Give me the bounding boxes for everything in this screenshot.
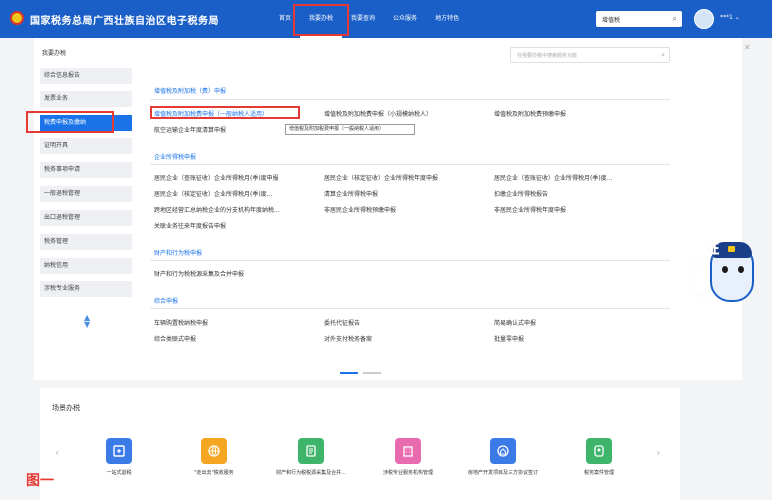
section-divider: [150, 164, 670, 165]
close-icon[interactable]: ✕: [744, 43, 751, 52]
mascot-badge: [728, 246, 735, 252]
link-cit-10[interactable]: 关联业务往来年度报告申报: [154, 221, 226, 230]
sidebar-item-refund[interactable]: 一般退税管理: [40, 186, 132, 202]
interaction-mascot[interactable]: 征 纳 互 动: [688, 238, 754, 308]
link-combined-declaration[interactable]: 综合类联式申报: [154, 334, 196, 343]
link-batch-zero[interactable]: 批量零申报: [494, 334, 524, 343]
tile-label-professional-agency[interactable]: 涉税专业服务机构管理: [363, 470, 453, 477]
link-property-tax[interactable]: 财产和行为税税源采集及合并申报: [154, 269, 244, 278]
link-vat-small-scale[interactable]: 增值税及附加税费申报（小规模纳税人）: [324, 109, 432, 118]
tile-label-real-estate[interactable]: 房地产开发项目及三方协议签订: [458, 470, 548, 477]
sidebar-item-comprehensive-report[interactable]: 综合信息报告: [40, 68, 132, 84]
header-search-value: 增值税: [602, 17, 621, 24]
carousel-dot-active[interactable]: [340, 372, 358, 374]
section-title-comprehensive: 综合申报: [154, 298, 179, 305]
scene-tax-card: [40, 388, 680, 500]
link-cit-3[interactable]: 居民企业（查账征收）企业所得税月(季)度...: [494, 173, 612, 182]
link-vehicle-tax[interactable]: 车辆购置税纳税申报: [154, 318, 208, 327]
site-title: 国家税务总局广西壮族自治区电子税务局: [30, 16, 219, 27]
avatar[interactable]: [694, 9, 714, 29]
sidebar-title: 我要办税: [42, 50, 67, 57]
section-title-vat: 增值税及附加税（费）申报: [154, 88, 227, 95]
nav-local-features[interactable]: 地方特色: [426, 0, 468, 38]
chevron-right-icon[interactable]: ›: [656, 446, 660, 459]
link-cit-2[interactable]: 居民企业（核定征收）企业所得税年度申报: [324, 173, 438, 182]
sidebar-item-certificate[interactable]: 证明开具: [40, 138, 132, 154]
link-foreign-payment[interactable]: 对外支付税务备案: [324, 334, 372, 343]
search-icon[interactable]: ⌕: [661, 51, 665, 60]
tile-label-refund[interactable]: 一站式退税: [74, 470, 164, 477]
building-icon[interactable]: [395, 438, 421, 464]
link-vat-prepayment[interactable]: 增值税及附加税费预缴申报: [494, 109, 566, 118]
link-simple-confirmation[interactable]: 简易确认式申报: [494, 318, 536, 327]
sidebar-highlight-box: [26, 111, 114, 133]
case-icon[interactable]: [586, 438, 612, 464]
link-tooltip: 增值税及附加税费申报（一般纳税人适用）: [285, 124, 415, 135]
section-divider: [150, 260, 670, 261]
scene-tax-title: 场景办税: [52, 404, 80, 412]
globe-icon[interactable]: [201, 438, 227, 464]
search-icon[interactable]: ⌕: [673, 14, 677, 24]
nav-public-service[interactable]: 公众服务: [384, 0, 426, 38]
link-cit-7[interactable]: 跨地区经营汇总纳税企业的分支机构年度纳税...: [154, 205, 280, 214]
nav-highlight-box: [293, 4, 349, 36]
link-cit-6[interactable]: 扣缴企业所得税报告: [494, 189, 548, 198]
service-search-input[interactable]: 在我要办税中搜索服务功能 ⌕: [510, 47, 670, 63]
document-icon[interactable]: [298, 438, 324, 464]
sidebar-item-professional-service[interactable]: 涉税专业服务: [40, 281, 132, 297]
mascot-char-4: 动: [694, 292, 708, 308]
mascot-char-2: 纳: [690, 256, 704, 272]
carousel-dot[interactable]: [363, 372, 381, 374]
refund-icon[interactable]: [106, 438, 132, 464]
section-divider: [150, 308, 670, 309]
link-cit-8[interactable]: 非居民企业所得税预缴申报: [324, 205, 396, 214]
link-cit-9[interactable]: 非居民企业所得税年度申报: [494, 205, 566, 214]
header-search-input[interactable]: 增值税 ⌕: [596, 11, 682, 27]
tile-label-case-management[interactable]: 税务案件管理: [554, 470, 644, 477]
chevron-left-icon[interactable]: ‹: [55, 446, 59, 459]
tile-label-going-global[interactable]: "走出去"税收服务: [169, 470, 259, 477]
link-entrusted-collection[interactable]: 委托代征报告: [324, 318, 360, 327]
service-search-placeholder: 在我要办税中搜索服务功能: [517, 53, 578, 59]
figure-label: 图一: [26, 473, 54, 489]
sidebar-item-application[interactable]: 税务事项申请: [40, 162, 132, 178]
tile-label-property-tax[interactable]: 财产和行为税税源采集及合并...: [266, 470, 356, 477]
top-header: 国家税务总局广西壮族自治区电子税务局 首页 我要办税 我要查询 公众服务 地方特…: [0, 0, 772, 38]
section-divider: [150, 99, 670, 100]
scroll-arrows-icon[interactable]: ▲ ▼: [84, 314, 90, 329]
link-highlight-box: [150, 106, 300, 119]
sidebar-item-tax-management[interactable]: 税务管理: [40, 234, 132, 250]
link-cit-5[interactable]: 清算企业所得税申报: [324, 189, 378, 198]
mascot-char-1: 征: [706, 242, 720, 258]
sidebar-item-export-refund[interactable]: 出口退税管理: [40, 210, 132, 226]
user-name[interactable]: ***1 ⌄: [720, 14, 740, 21]
link-airline-settlement[interactable]: 航空运输企业年度清算申报: [154, 125, 226, 134]
mascot-eye: [722, 266, 728, 273]
mascot-eye: [738, 266, 744, 273]
section-title-cit: 企业所得税申报: [154, 154, 197, 161]
mascot-char-3: 互: [688, 274, 702, 290]
sidebar-item-invoice[interactable]: 发票业务: [40, 91, 132, 107]
link-cit-4[interactable]: 居民企业（核定征收）企业所得税月(季)度...: [154, 189, 272, 198]
link-cit-1[interactable]: 居民企业（查账征收）企业所得税月(季)度申报: [154, 173, 279, 182]
tax-bureau-logo: [10, 11, 24, 25]
sidebar-item-credit[interactable]: 纳税信用: [40, 258, 132, 274]
house-icon[interactable]: [490, 438, 516, 464]
section-title-property: 财产和行为税申报: [154, 250, 203, 257]
